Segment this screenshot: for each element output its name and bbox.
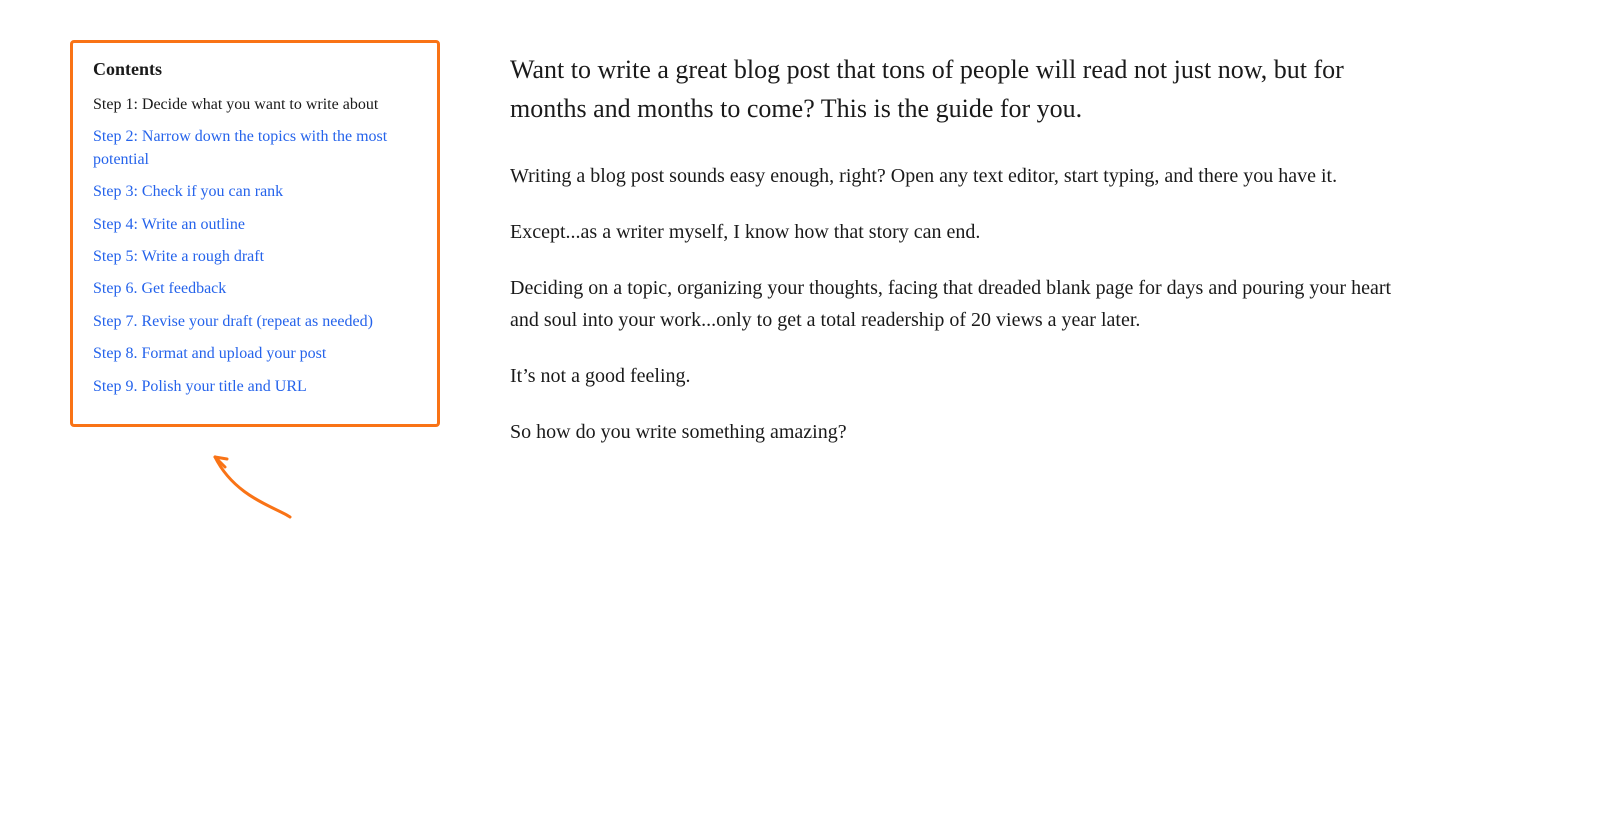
toc-link-step2[interactable]: Step 2: Narrow down the topics with the … — [93, 128, 387, 167]
toc-item-step9[interactable]: Step 9. Polish your title and URL — [93, 376, 417, 398]
contents-title: Contents — [93, 59, 417, 80]
body-paragraph-1: Writing a blog post sounds easy enough, … — [510, 160, 1410, 192]
toc-item-step4[interactable]: Step 4: Write an outline — [93, 214, 417, 236]
toc-item-step7[interactable]: Step 7. Revise your draft (repeat as nee… — [93, 311, 417, 333]
toc-item-step3[interactable]: Step 3: Check if you can rank — [93, 181, 417, 203]
contents-box: Contents Step 1: Decide what you want to… — [70, 40, 440, 427]
toc-item-step6[interactable]: Step 6. Get feedback — [93, 278, 417, 300]
body-paragraphs: Writing a blog post sounds easy enough, … — [510, 160, 1540, 448]
arrow-container — [70, 437, 440, 527]
toc-link-step4[interactable]: Step 4: Write an outline — [93, 216, 245, 233]
right-panel: Want to write a great blog post that ton… — [510, 40, 1540, 792]
toc-item-step8[interactable]: Step 8. Format and upload your post — [93, 343, 417, 365]
toc-link-step3[interactable]: Step 3: Check if you can rank — [93, 183, 283, 200]
left-panel: Contents Step 1: Decide what you want to… — [60, 40, 450, 792]
body-paragraph-2: Except...as a writer myself, I know how … — [510, 216, 1410, 248]
toc-link-step8[interactable]: Step 8. Format and upload your post — [93, 345, 326, 362]
toc-link-step7[interactable]: Step 7. Revise your draft (repeat as nee… — [93, 313, 373, 330]
body-paragraph-3: Deciding on a topic, organizing your tho… — [510, 272, 1410, 336]
toc-link-step6[interactable]: Step 6. Get feedback — [93, 280, 226, 297]
toc-item-step2[interactable]: Step 2: Narrow down the topics with the … — [93, 126, 417, 171]
toc-item-step5[interactable]: Step 5: Write a rough draft — [93, 246, 417, 268]
body-paragraph-5: So how do you write something amazing? — [510, 416, 1410, 448]
toc-item-step1: Step 1: Decide what you want to write ab… — [93, 94, 417, 116]
intro-paragraph: Want to write a great blog post that ton… — [510, 50, 1410, 128]
arrow-icon — [195, 437, 315, 527]
toc-link-step9[interactable]: Step 9. Polish your title and URL — [93, 378, 307, 395]
toc-list: Step 1: Decide what you want to write ab… — [93, 94, 417, 398]
body-paragraph-4: It’s not a good feeling. — [510, 360, 1410, 392]
toc-link-step5[interactable]: Step 5: Write a rough draft — [93, 248, 264, 265]
